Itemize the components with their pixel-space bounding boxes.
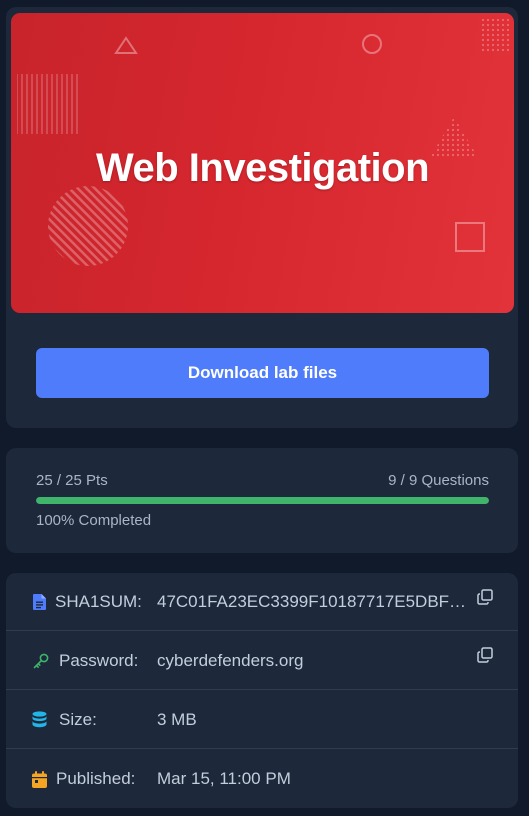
progress-card: 25 / 25 Pts 9 / 9 Questions 100% Complet… [6,448,518,553]
lab-info-card: SHA1SUM: 47C01FA23EC3399F10187717E5DBF… … [6,573,518,808]
info-row-size: Size: 3 MB [6,691,518,749]
lab-header-card: Web Investigation Download lab files [6,7,518,428]
database-icon [31,711,47,729]
sha1sum-label: SHA1SUM: [55,591,142,611]
download-lab-files-button[interactable]: Download lab files [36,348,489,398]
lab-banner: Web Investigation [11,13,514,313]
points-count: 25 / 25 Pts [36,472,108,489]
sha1sum-value: 47C01FA23EC3399F10187717E5DBF… [157,591,467,611]
lab-title: Web Investigation [95,146,430,190]
copy-sha1sum-icon[interactable] [477,589,493,605]
info-row-published: Published: Mar 15, 11:00 PM [6,750,518,808]
progress-bar [36,497,489,504]
password-value: cyberdefenders.org [157,650,304,670]
key-icon [33,652,49,670]
password-label: Password: [59,650,139,670]
size-label: Size: [59,709,97,729]
published-label: Published: [56,769,136,788]
file-icon [31,593,47,611]
questions-count: 9 / 9 Questions [388,472,489,489]
size-value: 3 MB [157,709,197,729]
calendar-icon [31,770,47,788]
info-row-password: Password: cyberdefenders.org [6,632,518,690]
completion-label: 100% Completed [36,512,152,529]
progress-summary: 25 / 25 Pts 9 / 9 Questions [36,472,489,489]
progress-bar-fill [36,497,489,504]
copy-password-icon[interactable] [477,647,493,663]
info-row-sha1sum: SHA1SUM: 47C01FA23EC3399F10187717E5DBF… [6,573,518,631]
published-value: Mar 15, 11:00 PM [157,769,291,788]
